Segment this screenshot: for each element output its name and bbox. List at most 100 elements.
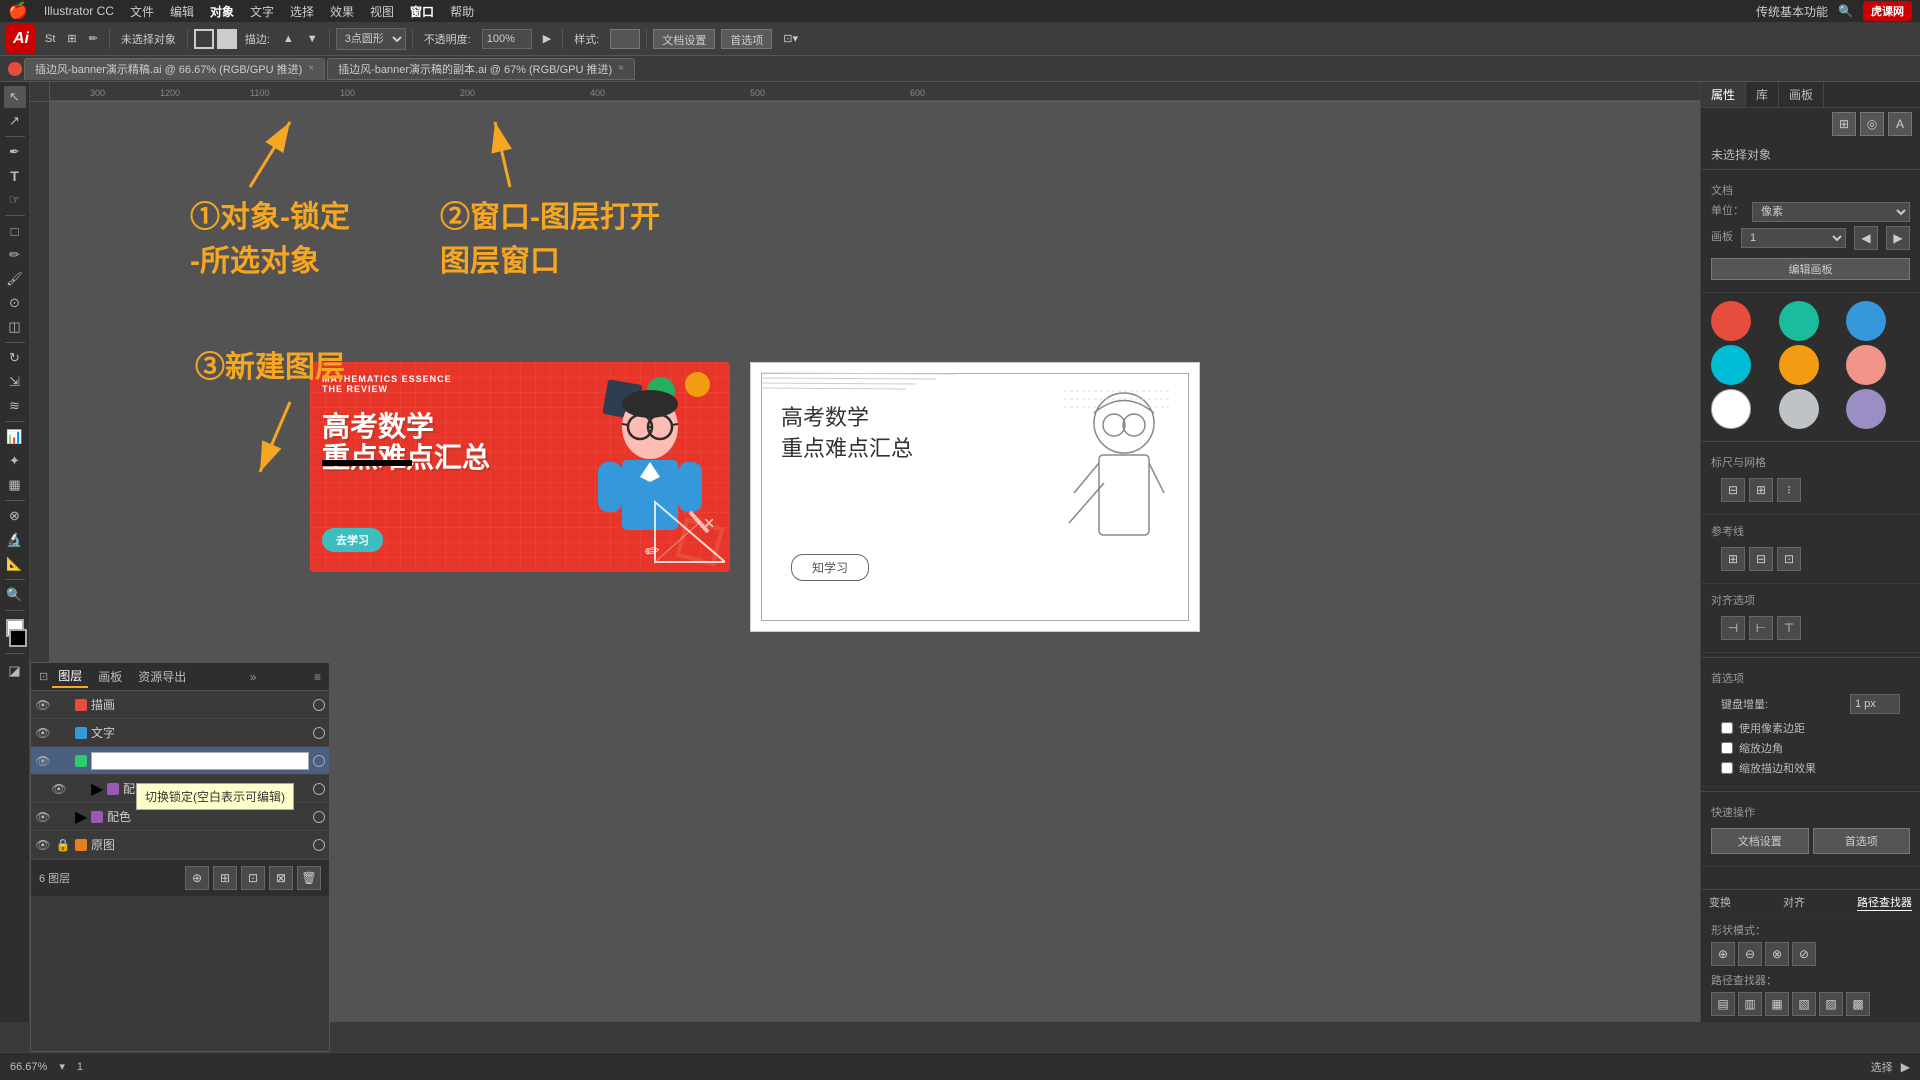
opacity-up[interactable]: ▶ — [538, 30, 556, 47]
style-preview[interactable] — [610, 29, 640, 49]
layer-6-visibility[interactable]: 👁 — [35, 837, 51, 853]
layer-6-target[interactable] — [313, 839, 325, 851]
menu-help[interactable]: 帮助 — [450, 3, 474, 20]
menu-effects[interactable]: 效果 — [330, 3, 354, 20]
layer-4-lock[interactable] — [71, 781, 87, 797]
layers-new-layer-btn[interactable]: ⊞ — [213, 866, 237, 890]
artboard-select[interactable]: 1 — [1741, 228, 1846, 248]
layer-4-expand[interactable]: ▶ — [91, 783, 103, 795]
artboard-prev[interactable]: ◀ — [1854, 226, 1878, 250]
pathfinder-btn-1[interactable]: ▤ — [1711, 992, 1735, 1016]
tool-brush[interactable]: 🖌 — [4, 268, 26, 290]
layer-3-target[interactable] — [313, 755, 325, 767]
tool-pencil[interactable]: ✏ — [4, 244, 26, 266]
layer-3-visibility[interactable]: 👁 — [35, 753, 51, 769]
layers-new-sublayer-btn[interactable]: ⊕ — [185, 866, 209, 890]
toolbar-layout-btn[interactable]: ⊞ — [62, 30, 81, 47]
tool-pen[interactable]: ✒ — [4, 141, 26, 163]
layer-1-target[interactable] — [313, 699, 325, 711]
stroke-color-swatch[interactable] — [9, 629, 27, 647]
tool-zoom[interactable]: 🔍 — [4, 584, 26, 606]
layer-2-target[interactable] — [313, 727, 325, 739]
grid-icon[interactable]: ⊞ — [1749, 478, 1773, 502]
layer-5-visibility[interactable]: 👁 — [35, 809, 51, 825]
align-center-icon[interactable]: ⊢ — [1749, 616, 1773, 640]
shape-select[interactable]: 3点圆形 — [336, 28, 406, 50]
preferences-toolbar-btn[interactable]: 首选项 — [721, 29, 772, 49]
tool-scale[interactable]: ⇲ — [4, 371, 26, 393]
tool-type[interactable]: T — [4, 165, 26, 187]
tab-close-btn-1[interactable] — [8, 62, 22, 76]
tool-blob[interactable]: ⊙ — [4, 292, 26, 314]
stroke-up[interactable]: ▲ — [278, 31, 299, 47]
transform-tab[interactable]: 变换 — [1709, 894, 1731, 911]
pathfinder-btn-6[interactable]: ▩ — [1846, 992, 1870, 1016]
tool-change-screen[interactable]: ◪ — [4, 660, 26, 682]
tab-2-close[interactable]: × — [618, 63, 624, 74]
tab-2[interactable]: 插边风-banner演示稿的副本.ai @ 67% (RGB/GPU 推进) × — [327, 58, 635, 80]
layers-tab-layers[interactable]: 图层 — [52, 665, 88, 688]
quick-doc-settings-btn[interactable]: 文档设置 — [1711, 828, 1809, 854]
scale-stroke-checkbox[interactable] — [1721, 762, 1733, 774]
guide-icon-2[interactable]: ⊟ — [1749, 547, 1773, 571]
tool-column[interactable]: ▦ — [4, 474, 26, 496]
pathfinder-tab[interactable]: 路径查找器 — [1857, 894, 1912, 911]
tool-eyedrop[interactable]: 🔬 — [4, 529, 26, 551]
artboard-next[interactable]: ▶ — [1886, 226, 1910, 250]
tool-direct-select[interactable]: ↗ — [4, 110, 26, 132]
layer-6-lock[interactable]: 🔒 — [55, 837, 71, 853]
layer-item-3[interactable]: 👁 — [31, 747, 329, 775]
toolbar-draw-btn[interactable]: ✏ — [84, 30, 103, 47]
guide-icon-3[interactable]: ⊡ — [1777, 547, 1801, 571]
pathfinder-btn-4[interactable]: ▧ — [1792, 992, 1816, 1016]
ruler-icon[interactable]: ⊟ — [1721, 478, 1745, 502]
transform-icon[interactable]: ⊞ — [1832, 112, 1856, 136]
pathfinder-btn-2[interactable]: ▥ — [1738, 992, 1762, 1016]
layer-1-lock[interactable] — [55, 697, 71, 713]
tool-select[interactable]: ↖ — [4, 86, 26, 108]
layer-4-visibility[interactable]: 👁 — [51, 781, 67, 797]
tool-symbol[interactable]: ✦ — [4, 450, 26, 472]
swatch-red[interactable] — [1711, 301, 1751, 341]
appearance-icon[interactable]: ◎ — [1860, 112, 1884, 136]
right-tab-artboard[interactable]: 画板 — [1779, 82, 1824, 107]
layer-2-visibility[interactable]: 👁 — [35, 725, 51, 741]
menu-select[interactable]: 选择 — [290, 3, 314, 20]
layers-menu-btn[interactable]: ≡ — [314, 670, 321, 684]
swatch-cyan[interactable] — [1711, 345, 1751, 385]
right-tab-library[interactable]: 库 — [1746, 82, 1779, 107]
tool-eraser[interactable]: ◫ — [4, 316, 26, 338]
right-tab-properties[interactable]: 属性 — [1701, 82, 1746, 107]
menu-file[interactable]: 文件 — [130, 3, 154, 20]
tab-1-close[interactable]: × — [308, 63, 314, 74]
tab-1[interactable]: 插边风-banner演示精稿.ai @ 66.67% (RGB/GPU 推进) … — [24, 58, 325, 80]
pathfinder-btn-5[interactable]: ▨ — [1819, 992, 1843, 1016]
stroke-preview[interactable] — [194, 29, 214, 49]
layer-3-lock[interactable] — [55, 753, 71, 769]
tool-blend[interactable]: ⊗ — [4, 505, 26, 527]
layer-item-1[interactable]: 👁 描画 — [31, 691, 329, 719]
layers-delete-btn[interactable]: 🗑 — [297, 866, 321, 890]
arrange-btn[interactable]: ⊡▾ — [778, 30, 803, 47]
layers-panel-collapse[interactable]: ⊡ — [39, 670, 48, 683]
swatch-pink[interactable] — [1846, 345, 1886, 385]
status-zoom-btn[interactable]: ▾ — [59, 1060, 65, 1073]
layer-item-6[interactable]: 👁 🔒 原图 — [31, 831, 329, 859]
layer-5-lock[interactable] — [55, 809, 71, 825]
layer-1-visibility[interactable]: 👁 — [35, 697, 51, 713]
menu-app-name[interactable]: Illustrator CC — [44, 4, 114, 18]
layer-4-target[interactable] — [313, 783, 325, 795]
layers-template-btn[interactable]: ⊠ — [269, 866, 293, 890]
shape-minus-btn[interactable]: ⊖ — [1738, 942, 1762, 966]
grid-dots-icon[interactable]: ⁝ — [1777, 478, 1801, 502]
layers-tab-artboard[interactable]: 画板 — [92, 666, 128, 687]
layer-5-target[interactable] — [313, 811, 325, 823]
swatch-purple[interactable] — [1846, 389, 1886, 429]
layer-item-2[interactable]: 👁 文字 — [31, 719, 329, 747]
shape-exclude-btn[interactable]: ⊘ — [1792, 942, 1816, 966]
swatch-lightgray[interactable] — [1779, 389, 1819, 429]
layer-5-expand[interactable]: ▶ — [75, 811, 87, 823]
swatch-blue[interactable] — [1846, 301, 1886, 341]
align-tab[interactable]: 对齐 — [1783, 894, 1805, 911]
apple-menu[interactable]: 🍎 — [8, 1, 28, 21]
